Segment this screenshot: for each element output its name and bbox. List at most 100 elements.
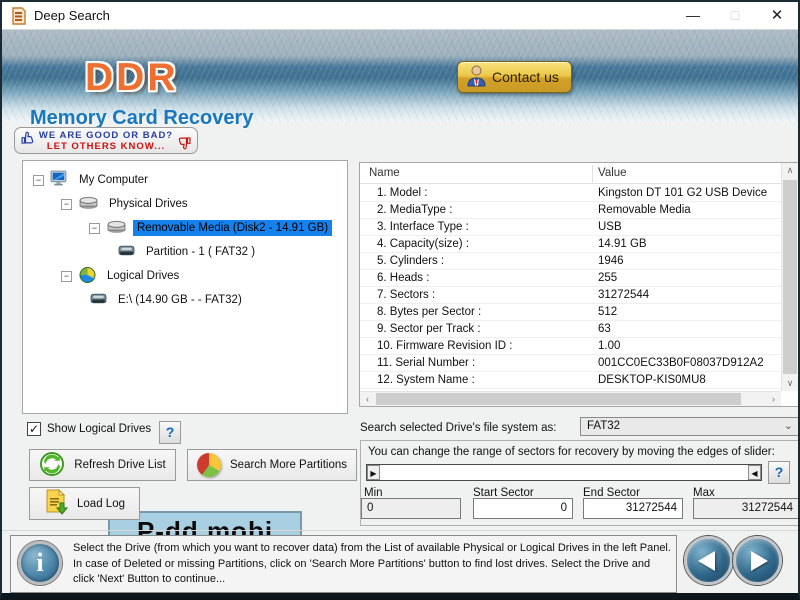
search-more-partitions-button[interactable]: Search More Partitions [187, 449, 357, 481]
contact-us-label: Contact us [492, 69, 559, 85]
drive-icon [78, 195, 99, 213]
refresh-drive-list-button[interactable]: Refresh Drive List [29, 449, 176, 481]
property-value: 255 [598, 272, 617, 284]
sector-range-groupbox: You can change the range of sectors for … [360, 440, 799, 526]
vertical-scroll-thumb[interactable] [783, 180, 797, 374]
sector-slider[interactable]: ▶ ◀ [366, 464, 762, 481]
ddr-logo: DDR [85, 56, 179, 100]
next-arrow-icon [751, 551, 768, 571]
property-value: Kingston DT 101 G2 USB Device [598, 187, 767, 199]
contact-person-icon [466, 64, 487, 90]
tree-item[interactable]: − Physical Drives [23, 192, 347, 216]
max-input: 31272544 [693, 498, 799, 519]
next-button[interactable] [733, 536, 782, 585]
status-text: Select the Drive (from which you want to… [73, 541, 671, 588]
filesystem-value: FAT32 [587, 420, 620, 432]
property-name: 9. Sector per Track : [377, 323, 481, 335]
expand-toggle[interactable]: − [61, 199, 72, 210]
range-instruction: You can change the range of sectors for … [368, 446, 775, 458]
property-value: 63 [598, 323, 611, 335]
scroll-down-icon[interactable]: ∨ [782, 376, 798, 391]
tree-item[interactable]: Partition - 1 ( FAT32 ) [23, 240, 347, 264]
show-logical-drives-row: ✓ Show Logical Drives [27, 422, 151, 436]
start-sector-input[interactable]: 0 [473, 498, 573, 519]
property-name: 11. Serial Number : [377, 357, 475, 369]
expand-toggle[interactable]: − [61, 271, 72, 282]
tree-item-label[interactable]: My Computer [75, 172, 152, 188]
table-row[interactable]: 10. Firmware Revision ID : 1.00 [360, 338, 781, 355]
drive-info-table: Name Value 1. Model : Kingston DT 101 G2 … [359, 162, 799, 407]
horizontal-scrollbar[interactable]: ‹ › [360, 391, 781, 406]
slider-right-handle[interactable]: ◀ [748, 465, 761, 480]
tree-item[interactable]: − My Computer [23, 168, 347, 192]
maximize-button: □ [718, 2, 752, 29]
filesystem-label: Search selected Drive's file system as: [360, 422, 557, 434]
load-log-label: Load Log [77, 498, 125, 510]
scroll-up-icon[interactable]: ∧ [782, 163, 798, 178]
minimize-button[interactable]: — [676, 2, 710, 29]
scroll-right-icon[interactable]: › [766, 392, 781, 406]
table-row[interactable]: 6. Heads :255 [360, 270, 781, 287]
property-value: 1946 [598, 255, 624, 267]
slider-help-button[interactable]: ? [768, 461, 790, 484]
partition-icon [89, 292, 108, 308]
table-row[interactable]: 2. MediaType : Removable Media [360, 202, 781, 219]
show-logical-drives-label: Show Logical Drives [47, 423, 151, 435]
property-value: USB [598, 221, 622, 233]
vertical-scrollbar[interactable]: ∧ ∨ [781, 163, 798, 391]
pie-chart-icon [197, 453, 221, 477]
app-icon [10, 7, 27, 30]
tree-item-label[interactable]: Removable Media (Disk2 - 14.91 GB) [133, 220, 332, 236]
table-row[interactable]: 8. Bytes per Sector :512 [360, 304, 781, 321]
table-row[interactable]: 12. System Name :DESKTOP-KIS0MU8 [360, 372, 781, 389]
property-name: 12. System Name : [377, 374, 475, 386]
tree-item-label[interactable]: Logical Drives [103, 268, 183, 284]
slider-left-handle[interactable]: ▶ [367, 465, 380, 480]
property-name: 2. MediaType : [377, 204, 452, 216]
feedback-badge[interactable]: WE ARE GOOD OR BAD? LET OTHERS KNOW... [14, 127, 198, 154]
tree-item[interactable]: E:\ (14.90 GB - - FAT32) [23, 288, 347, 312]
contact-us-button[interactable]: Contact us [457, 61, 572, 93]
load-log-button[interactable]: Load Log [29, 487, 140, 520]
property-name: 10. Firmware Revision ID : [377, 340, 512, 352]
property-value: Removable Media [598, 204, 691, 216]
back-button[interactable] [684, 536, 733, 585]
min-input: 0 [361, 498, 461, 519]
drives-help-button[interactable]: ? [159, 421, 181, 444]
show-logical-drives-checkbox[interactable]: ✓ [27, 422, 41, 436]
property-value: 1.00 [598, 340, 620, 352]
expand-toggle[interactable]: − [89, 223, 100, 234]
thumbs-up-icon [21, 131, 35, 150]
table-row[interactable]: 3. Interface Type :USB [360, 219, 781, 236]
chevron-down-icon: ⌄ [784, 419, 793, 432]
property-value: 31272544 [598, 289, 649, 301]
globe-icon [78, 266, 97, 287]
tree-item-label[interactable]: Physical Drives [105, 196, 192, 212]
header-banner: DDR Contact us Memory Card Recovery [2, 30, 798, 122]
tree-item[interactable]: − Logical Drives [23, 264, 347, 288]
scroll-left-icon[interactable]: ‹ [360, 392, 375, 406]
table-row[interactable]: 7. Sectors :31272544 [360, 287, 781, 304]
table-header: Name Value [360, 163, 781, 184]
feedback-text: WE ARE GOOD OR BAD? LET OTHERS KNOW... [39, 130, 173, 152]
property-name: 4. Capacity(size) : [377, 238, 469, 250]
tree-item-label[interactable]: Partition - 1 ( FAT32 ) [142, 244, 259, 260]
tree-item-label[interactable]: E:\ (14.90 GB - - FAT32) [114, 292, 246, 308]
back-arrow-icon [698, 551, 715, 571]
property-value: 14.91 GB [598, 238, 647, 250]
table-row[interactable]: 11. Serial Number :001CC0EC33B0F08037D91… [360, 355, 781, 372]
table-row[interactable]: 4. Capacity(size) : 14.91 GB [360, 236, 781, 253]
table-row[interactable]: 5. Cylinders :1946 [360, 253, 781, 270]
tree-item[interactable]: − Removable Media (Disk2 - 14.91 GB) [23, 216, 347, 240]
property-name: 1. Model : [377, 187, 428, 199]
table-row[interactable]: 1. Model : Kingston DT 101 G2 USB Device [360, 185, 781, 202]
end-sector-input[interactable]: 31272544 [583, 498, 683, 519]
close-button[interactable]: ✕ [760, 2, 794, 29]
filesystem-dropdown[interactable]: FAT32 ⌄ [580, 417, 799, 436]
table-row[interactable]: 9. Sector per Track : 63 [360, 321, 781, 338]
log-file-icon [44, 489, 68, 518]
table-header-name: Name [369, 167, 400, 179]
horizontal-scroll-thumb[interactable] [376, 393, 741, 405]
table-header-value: Value [598, 167, 627, 179]
expand-toggle[interactable]: − [33, 175, 44, 186]
